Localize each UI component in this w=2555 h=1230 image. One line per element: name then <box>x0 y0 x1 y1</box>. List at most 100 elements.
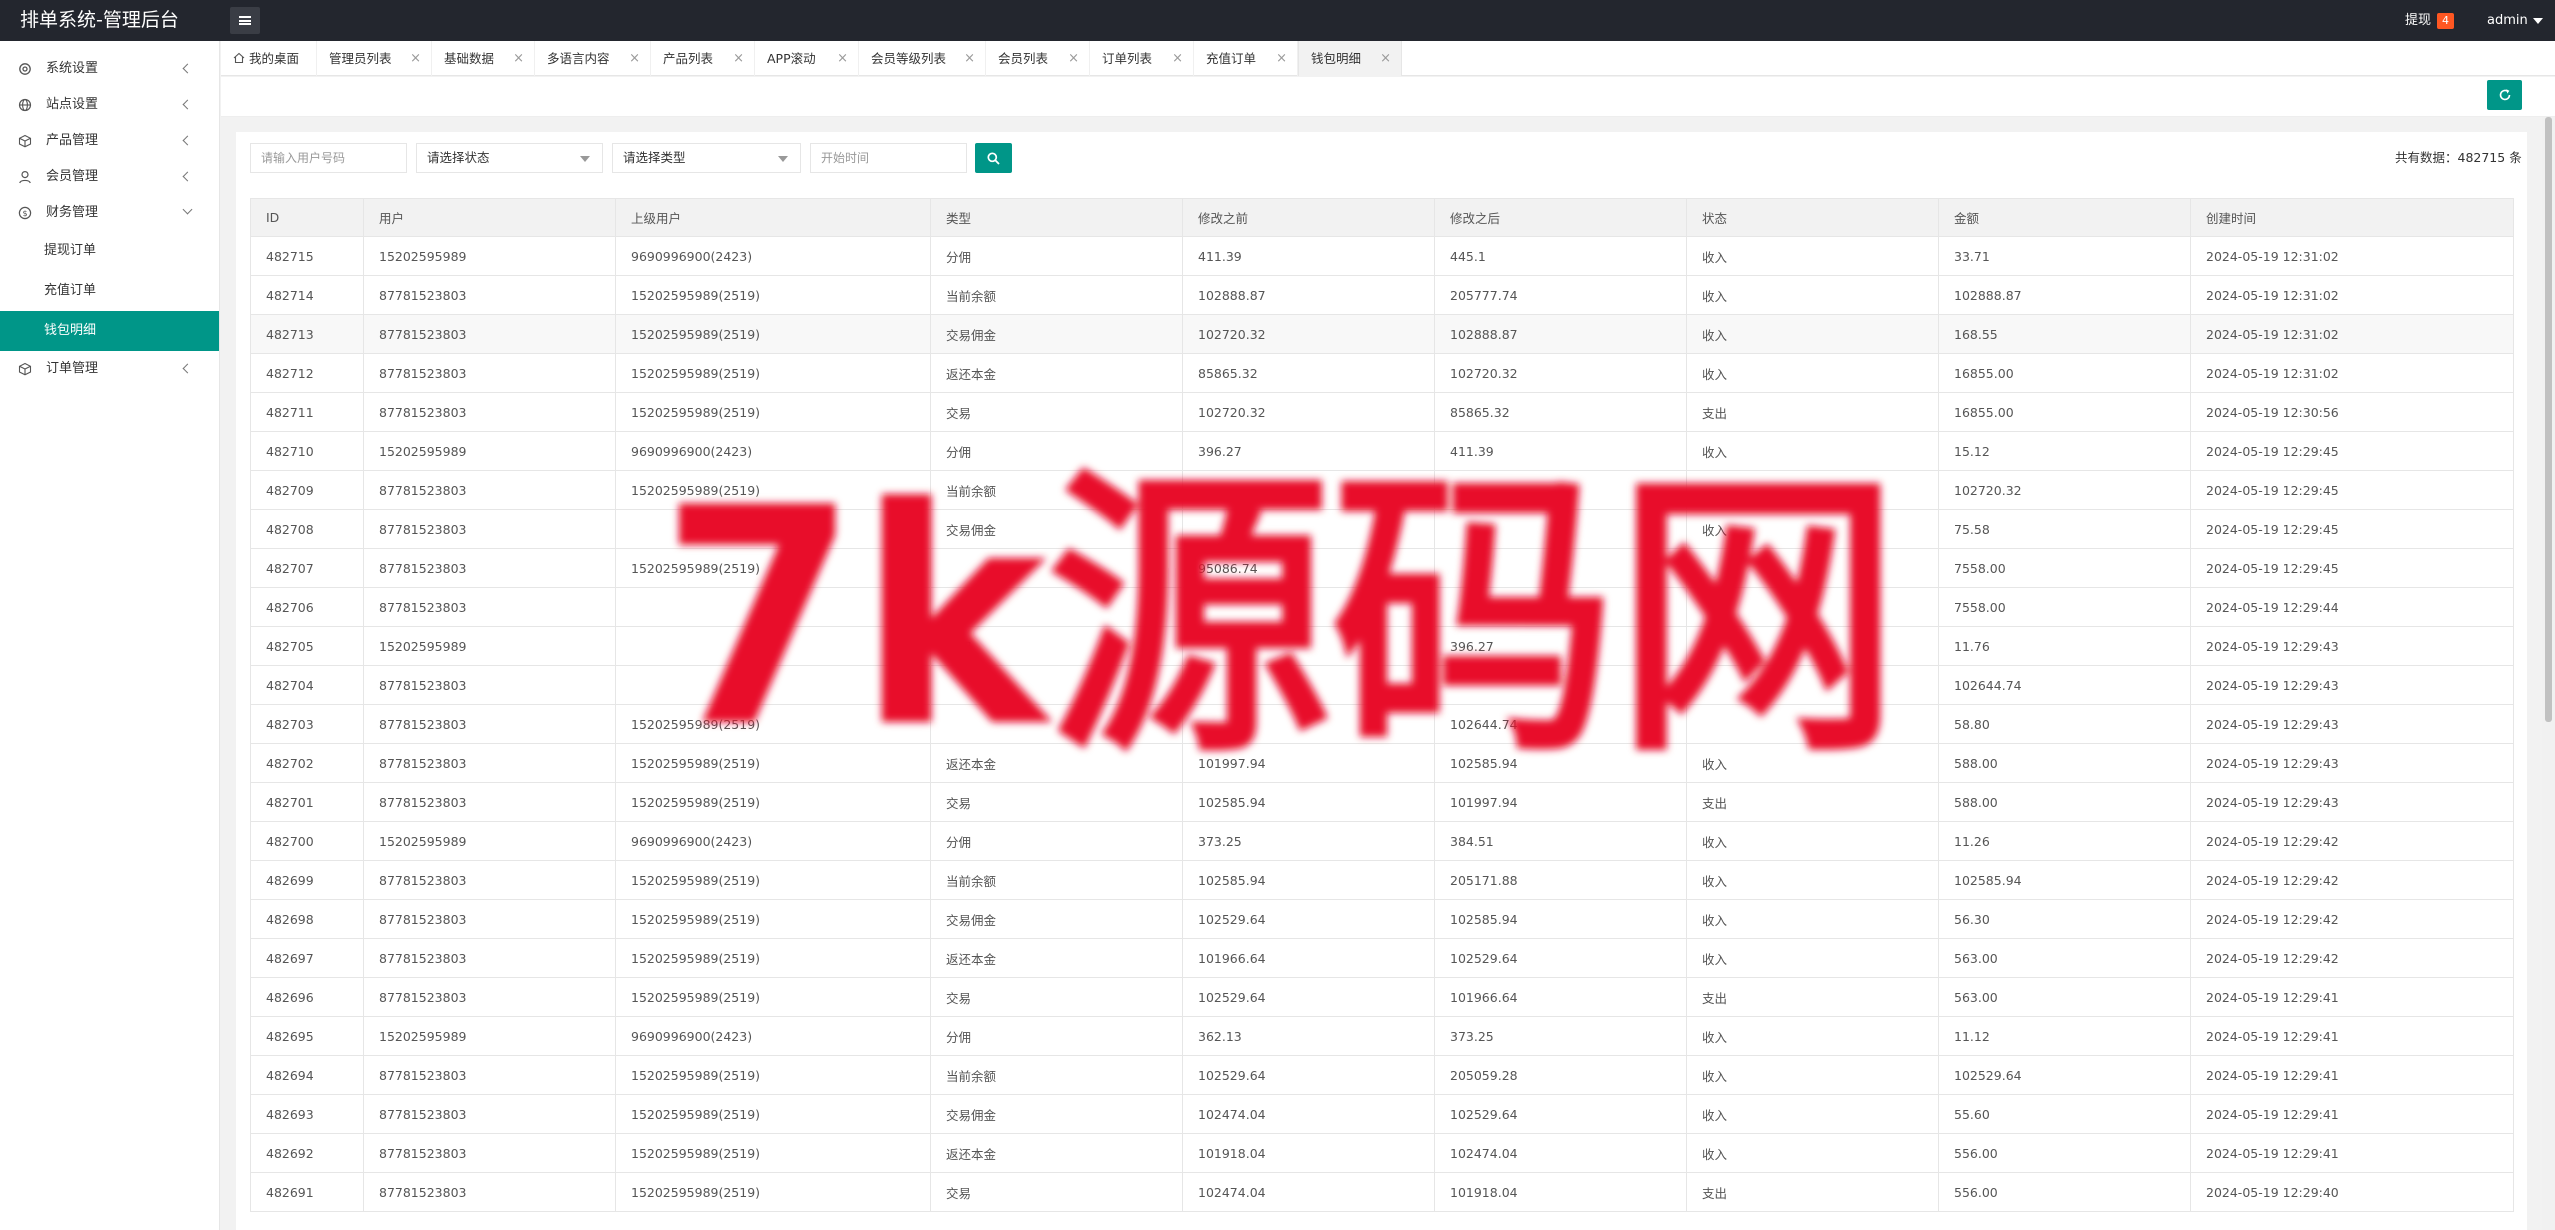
column-header-after[interactable]: 修改之后 <box>1434 198 1687 237</box>
cell-parent-user: 15202595989(2519) <box>615 1055 931 1095</box>
close-icon[interactable]: × <box>1276 41 1287 76</box>
cell-type: 返还本金 <box>930 743 1183 783</box>
search-button[interactable] <box>975 143 1012 173</box>
cell-type: 交易 <box>930 977 1183 1017</box>
sidebar-item-system-settings[interactable]: 系统设置 <box>0 51 219 87</box>
tab-app-scroll[interactable]: APP滚动 × <box>755 41 859 76</box>
column-header-before[interactable]: 修改之前 <box>1182 198 1435 237</box>
status-select[interactable]: 请选择状态 <box>416 143 603 173</box>
tab-label: 多语言内容 <box>547 51 610 66</box>
refresh-button[interactable] <box>2487 80 2522 110</box>
tab-label: APP滚动 <box>767 51 816 66</box>
close-icon[interactable]: × <box>1068 41 1079 76</box>
cell-amount: 102888.87 <box>1938 275 2191 315</box>
tab-recharge-orders[interactable]: 充值订单 × <box>1194 41 1298 76</box>
close-icon[interactable]: × <box>1172 41 1183 76</box>
cell-after <box>1434 587 1687 627</box>
tab-admin-list[interactable]: 管理员列表 × <box>317 41 432 76</box>
withdraw-notification[interactable]: 提现 4 <box>2405 0 2455 41</box>
column-header-id[interactable]: ID <box>250 198 364 237</box>
tab-desktop[interactable]: 我的桌面 <box>221 41 317 76</box>
cell-before: 102529.64 <box>1182 899 1435 939</box>
sidebar-item-site-settings[interactable]: 站点设置 <box>0 87 219 123</box>
column-header-parent-user[interactable]: 上级用户 <box>615 198 931 237</box>
user-number-input[interactable] <box>250 143 407 173</box>
dollar-icon: $ <box>18 206 32 220</box>
cell-parent-user: 15202595989(2519) <box>615 704 931 744</box>
cell-parent-user: 9690996900(2423) <box>615 821 931 861</box>
cell-amount: 102529.64 <box>1938 1055 2191 1095</box>
tab-member-level-list[interactable]: 会员等级列表 × <box>859 41 986 76</box>
close-icon[interactable]: × <box>964 41 975 76</box>
hamburger-icon <box>239 16 251 25</box>
cell-status: 收入 <box>1686 899 1939 939</box>
tab-product-list[interactable]: 产品列表 × <box>651 41 755 76</box>
start-time-input[interactable] <box>810 143 967 173</box>
close-icon[interactable]: × <box>629 41 640 76</box>
cell-user: 87781523803 <box>363 509 616 549</box>
cell-type: 返还本金 <box>930 938 1183 978</box>
sidebar-subitem-withdraw-orders[interactable]: 提现订单 <box>0 231 219 271</box>
table-row: 482713 87781523803 15202595989(2519) 交易佣金 10… <box>250 314 2514 354</box>
cell-user: 15202595989 <box>363 236 616 276</box>
close-icon[interactable]: × <box>513 41 524 76</box>
cell-id: 482705 <box>250 626 364 666</box>
cell-user: 15202595989 <box>363 821 616 861</box>
user-name: admin <box>2487 13 2528 28</box>
cell-before: 102585.94 <box>1182 782 1435 822</box>
table-row: 482711 87781523803 15202595989(2519) 交易 1027… <box>250 392 2514 432</box>
cell-before: 373.25 <box>1182 821 1435 861</box>
column-header-user[interactable]: 用户 <box>363 198 616 237</box>
cell-status: 收入 <box>1686 821 1939 861</box>
cell-parent-user: 15202595989(2519) <box>615 1133 931 1173</box>
tab-wallet-details[interactable]: 钱包明细 × <box>1298 41 1402 76</box>
wallet-details-table: ID 用户 上级用户 类型 修改之前 修改之后 状态 金额 创建时间 48271… <box>250 198 2514 1212</box>
sidebar-subitem-wallet-details[interactable]: 钱包明细 <box>0 311 219 351</box>
close-icon[interactable]: × <box>410 41 421 76</box>
column-header-status[interactable]: 状态 <box>1686 198 1939 237</box>
tab-basic-data[interactable]: 基础数据 × <box>432 41 535 76</box>
svg-text:$: $ <box>22 209 27 218</box>
cell-after: 102474.04 <box>1434 1133 1687 1173</box>
sidebar-item-finance-management[interactable]: $ 财务管理 <box>0 195 219 231</box>
cell-amount: 16855.00 <box>1938 392 2191 432</box>
scrollbar-thumb[interactable] <box>2545 117 2552 722</box>
cell-amount: 588.00 <box>1938 743 2191 783</box>
type-select[interactable]: 请选择类型 <box>612 143 801 173</box>
table-row: 482715 15202595989 9690996900(2423) 分佣 411.3… <box>250 236 2514 276</box>
cell-parent-user: 15202595989(2519) <box>615 314 931 354</box>
close-icon[interactable]: × <box>837 41 848 76</box>
close-icon[interactable]: × <box>1380 41 1391 76</box>
cell-id: 482706 <box>250 587 364 627</box>
cell-status: 支出 <box>1686 782 1939 822</box>
column-header-created-time[interactable]: 创建时间 <box>2190 198 2514 237</box>
cell-after <box>1434 548 1687 588</box>
column-header-amount[interactable]: 金额 <box>1938 198 2191 237</box>
toolbar-row <box>221 77 2555 117</box>
tab-order-list[interactable]: 订单列表 × <box>1090 41 1194 76</box>
table-row: 482705 15202595989 分佣 396.27 11.76 2024-05-19… <box>250 626 2514 666</box>
tab-multilingual-content[interactable]: 多语言内容 × <box>535 41 651 76</box>
column-header-type[interactable]: 类型 <box>930 198 1183 237</box>
cell-type: 当前余额 <box>930 470 1183 510</box>
tab-member-list[interactable]: 会员列表 × <box>986 41 1090 76</box>
cell-id: 482709 <box>250 470 364 510</box>
cell-after <box>1434 509 1687 549</box>
page-scrollbar[interactable] <box>2542 117 2555 1230</box>
sidebar-subitem-recharge-orders[interactable]: 充值订单 <box>0 271 219 311</box>
cell-type <box>930 548 1183 588</box>
cell-before: 101918.04 <box>1182 1133 1435 1173</box>
chevron-left-icon <box>182 63 193 74</box>
sidebar-item-product-management[interactable]: 产品管理 <box>0 123 219 159</box>
sidebar-toggle-button[interactable] <box>230 7 260 34</box>
tab-label: 订单列表 <box>1102 51 1153 66</box>
cell-after: 205777.74 <box>1434 275 1687 315</box>
close-icon[interactable]: × <box>733 41 744 76</box>
cell-after: 101918.04 <box>1434 1172 1687 1212</box>
sidebar-item-member-management[interactable]: 会员管理 <box>0 159 219 195</box>
app-title: 排单系统-管理后台 <box>20 9 179 31</box>
cell-created-time: 2024-05-19 12:29:40 <box>2190 1172 2514 1212</box>
table-row: 482702 87781523803 15202595989(2519) 返还本金 10… <box>250 743 2514 783</box>
sidebar-item-order-management[interactable]: 订单管理 <box>0 351 219 387</box>
user-menu[interactable]: admin <box>2487 0 2543 41</box>
